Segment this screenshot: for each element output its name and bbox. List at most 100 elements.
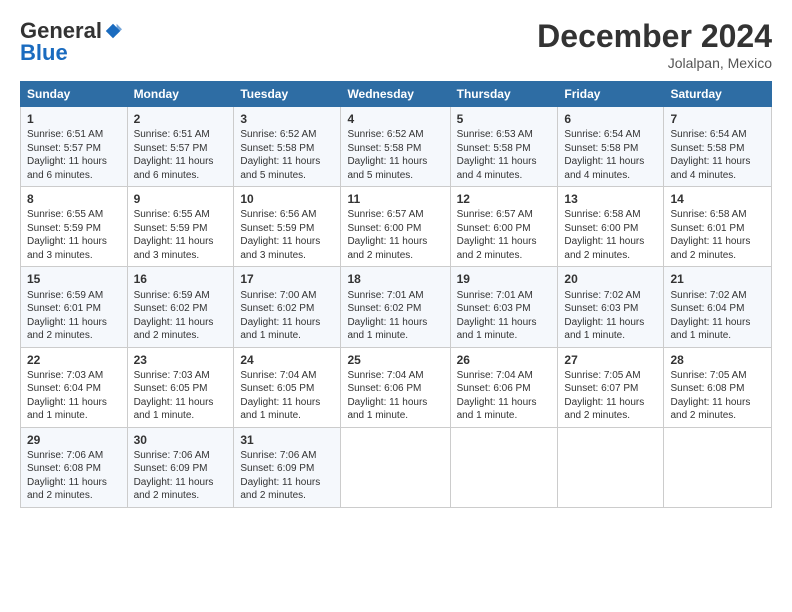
day-info: Daylight: 11 hours and 1 minute. (457, 316, 552, 343)
day-info: Sunset: 6:01 PM (27, 302, 121, 316)
day-info: Daylight: 11 hours and 2 minutes. (347, 235, 443, 262)
day-info: Sunrise: 7:04 AM (240, 369, 334, 383)
day-number: 29 (27, 432, 121, 448)
day-number: 10 (240, 191, 334, 207)
col-wednesday: Wednesday (341, 82, 450, 107)
table-cell: 28Sunrise: 7:05 AMSunset: 6:08 PMDayligh… (664, 347, 772, 427)
day-info: Sunrise: 6:51 AM (27, 128, 121, 142)
table-cell: 9Sunrise: 6:55 AMSunset: 5:59 PMDaylight… (127, 187, 234, 267)
table-cell: 4Sunrise: 6:52 AMSunset: 5:58 PMDaylight… (341, 107, 450, 187)
day-info: Sunset: 6:04 PM (27, 382, 121, 396)
table-cell: 14Sunrise: 6:58 AMSunset: 6:01 PMDayligh… (664, 187, 772, 267)
day-number: 27 (564, 352, 657, 368)
day-info: Daylight: 11 hours and 2 minutes. (134, 316, 228, 343)
table-cell (450, 427, 558, 507)
day-info: Daylight: 11 hours and 1 minute. (240, 396, 334, 423)
day-info: Sunset: 6:02 PM (347, 302, 443, 316)
day-number: 1 (27, 111, 121, 127)
day-info: Sunrise: 6:53 AM (457, 128, 552, 142)
table-cell: 19Sunrise: 7:01 AMSunset: 6:03 PMDayligh… (450, 267, 558, 347)
day-info: Sunrise: 6:58 AM (670, 208, 765, 222)
table-cell: 27Sunrise: 7:05 AMSunset: 6:07 PMDayligh… (558, 347, 664, 427)
calendar-row: 8Sunrise: 6:55 AMSunset: 5:59 PMDaylight… (21, 187, 772, 267)
col-friday: Friday (558, 82, 664, 107)
day-number: 3 (240, 111, 334, 127)
title-block: December 2024 Jolalpan, Mexico (537, 18, 772, 71)
day-info: Sunset: 6:09 PM (240, 462, 334, 476)
day-info: Sunset: 6:00 PM (457, 222, 552, 236)
day-number: 16 (134, 271, 228, 287)
logo-blue: Blue (20, 40, 68, 66)
table-cell: 3Sunrise: 6:52 AMSunset: 5:58 PMDaylight… (234, 107, 341, 187)
day-info: Sunrise: 7:02 AM (670, 289, 765, 303)
table-cell: 30Sunrise: 7:06 AMSunset: 6:09 PMDayligh… (127, 427, 234, 507)
day-info: Sunset: 6:01 PM (670, 222, 765, 236)
table-cell: 24Sunrise: 7:04 AMSunset: 6:05 PMDayligh… (234, 347, 341, 427)
day-info: Sunset: 6:00 PM (347, 222, 443, 236)
day-info: Daylight: 11 hours and 3 minutes. (240, 235, 334, 262)
day-info: Sunset: 5:58 PM (670, 142, 765, 156)
table-cell: 7Sunrise: 6:54 AMSunset: 5:58 PMDaylight… (664, 107, 772, 187)
day-info: Sunrise: 6:55 AM (27, 208, 121, 222)
logo-icon (104, 22, 122, 40)
day-info: Sunset: 6:04 PM (670, 302, 765, 316)
day-info: Sunset: 6:06 PM (347, 382, 443, 396)
day-info: Daylight: 11 hours and 1 minute. (27, 396, 121, 423)
day-number: 25 (347, 352, 443, 368)
table-cell (341, 427, 450, 507)
day-info: Sunrise: 7:05 AM (564, 369, 657, 383)
table-cell: 26Sunrise: 7:04 AMSunset: 6:06 PMDayligh… (450, 347, 558, 427)
day-info: Daylight: 11 hours and 2 minutes. (564, 235, 657, 262)
day-info: Sunset: 5:58 PM (240, 142, 334, 156)
table-cell: 25Sunrise: 7:04 AMSunset: 6:06 PMDayligh… (341, 347, 450, 427)
day-number: 31 (240, 432, 334, 448)
day-number: 11 (347, 191, 443, 207)
col-tuesday: Tuesday (234, 82, 341, 107)
day-info: Daylight: 11 hours and 2 minutes. (670, 235, 765, 262)
day-info: Daylight: 11 hours and 2 minutes. (134, 476, 228, 503)
day-number: 18 (347, 271, 443, 287)
day-info: Sunrise: 7:03 AM (27, 369, 121, 383)
day-info: Daylight: 11 hours and 1 minute. (670, 316, 765, 343)
day-info: Daylight: 11 hours and 2 minutes. (670, 396, 765, 423)
day-info: Daylight: 11 hours and 2 minutes. (564, 396, 657, 423)
day-info: Sunset: 5:59 PM (134, 222, 228, 236)
header: General Blue December 2024 Jolalpan, Mex… (20, 18, 772, 71)
day-info: Sunset: 6:00 PM (564, 222, 657, 236)
day-info: Sunrise: 7:06 AM (240, 449, 334, 463)
table-cell: 18 Sunrise: 7:01 AMSunset: 6:02 PMDayligh… (341, 267, 450, 347)
day-info: Sunrise: 6:54 AM (564, 128, 657, 142)
day-info: Sunrise: 7:01 AM (457, 289, 552, 303)
location: Jolalpan, Mexico (537, 55, 772, 71)
day-info: Sunset: 6:08 PM (27, 462, 121, 476)
day-info: Daylight: 11 hours and 4 minutes. (670, 155, 765, 182)
day-info: Sunset: 6:03 PM (564, 302, 657, 316)
day-number: 6 (564, 111, 657, 127)
day-info: Daylight: 11 hours and 1 minute. (240, 316, 334, 343)
day-info: Daylight: 11 hours and 1 minute. (347, 396, 443, 423)
table-cell: 12Sunrise: 6:57 AMSunset: 6:00 PMDayligh… (450, 187, 558, 267)
day-info: Daylight: 11 hours and 4 minutes. (457, 155, 552, 182)
day-info: Sunset: 5:59 PM (240, 222, 334, 236)
table-cell: 23Sunrise: 7:03 AMSunset: 6:05 PMDayligh… (127, 347, 234, 427)
table-cell: 15Sunrise: 6:59 AMSunset: 6:01 PMDayligh… (21, 267, 128, 347)
day-info: Daylight: 11 hours and 3 minutes. (134, 235, 228, 262)
day-info: Daylight: 11 hours and 5 minutes. (240, 155, 334, 182)
day-info: Daylight: 11 hours and 1 minute. (134, 396, 228, 423)
day-number: 2 (134, 111, 228, 127)
day-number: 12 (457, 191, 552, 207)
day-info: Daylight: 11 hours and 1 minute. (347, 316, 443, 343)
day-info: Sunrise: 7:03 AM (134, 369, 228, 383)
page: General Blue December 2024 Jolalpan, Mex… (0, 0, 792, 518)
day-info: Sunrise: 7:01 AM (347, 289, 443, 303)
day-info: Sunrise: 6:55 AM (134, 208, 228, 222)
table-cell: 31Sunrise: 7:06 AMSunset: 6:09 PMDayligh… (234, 427, 341, 507)
calendar-row: 22Sunrise: 7:03 AMSunset: 6:04 PMDayligh… (21, 347, 772, 427)
day-info: Sunrise: 6:57 AM (347, 208, 443, 222)
month-title: December 2024 (537, 18, 772, 55)
day-info: Sunrise: 6:59 AM (27, 289, 121, 303)
calendar-table: Sunday Monday Tuesday Wednesday Thursday… (20, 81, 772, 508)
table-cell (664, 427, 772, 507)
day-number: 4 (347, 111, 443, 127)
table-cell: 8Sunrise: 6:55 AMSunset: 5:59 PMDaylight… (21, 187, 128, 267)
